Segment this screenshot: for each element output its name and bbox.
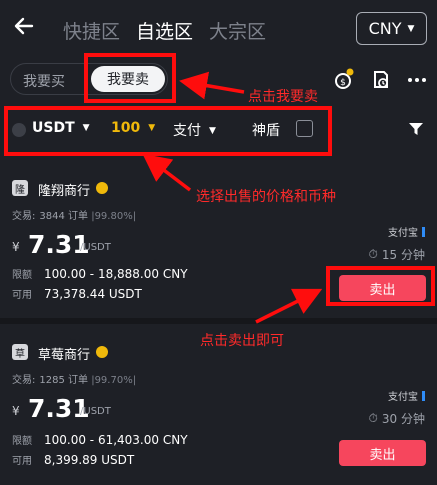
svg-text:$: $ [340, 78, 346, 88]
currency-select[interactable]: CNY ▼ [356, 12, 427, 45]
currency-symbol: ¥ [12, 240, 20, 254]
tab-quick[interactable]: 快捷区 [63, 17, 120, 44]
limit-row: 限额 100.00 - 61,403.00 CNY [12, 433, 188, 447]
payment-method: 支付宝 [388, 388, 425, 403]
price-unit: /USDT [80, 242, 111, 253]
divider [0, 318, 437, 324]
highlight-filter-bar [4, 106, 332, 156]
payment-method: 支付宝 [388, 224, 425, 239]
listing-card: 草 草莓商行 交易: 1285 订单 |99.70%| 支付宝 ¥ 7.31 /U… [0, 344, 437, 485]
tab-custom[interactable]: 自选区 [136, 17, 193, 44]
currency-value: CNY [368, 19, 402, 38]
buy-tab[interactable]: 我要买 [23, 71, 65, 91]
arrow-to-sell-tab [179, 71, 245, 100]
merchant-name[interactable]: 草莓商行 [38, 344, 90, 363]
available-row: 可用 73,378.44 USDT [12, 287, 142, 301]
arrow-left-icon[interactable] [12, 14, 36, 38]
timer-icon: ⏱ [368, 247, 378, 261]
zone-tabs: 快捷区 自选区 大宗区 [63, 17, 266, 44]
payment-time: ⏱ 15 分钟 [368, 247, 425, 262]
highlight-sell-tab [84, 53, 176, 103]
more-icon[interactable] [405, 66, 429, 92]
tab-bulk[interactable]: 大宗区 [209, 17, 266, 44]
trade-stats: 交易: 3844 订单 |99.80%| [12, 211, 137, 222]
timer-icon: ⏱ [368, 411, 378, 425]
available-row: 可用 8,399.89 USDT [12, 453, 135, 467]
alipay-marker-icon [422, 226, 425, 237]
filter-icon[interactable] [407, 120, 425, 138]
sell-button[interactable]: 卖出 [339, 440, 426, 466]
trade-stats: 交易: 1285 订单 |99.70%| [12, 375, 137, 386]
price-unit: /USDT [80, 406, 111, 417]
merchant-name[interactable]: 隆翔商行 [38, 180, 90, 199]
chevron-down-icon: ▼ [407, 23, 415, 34]
top-bar: 快捷区 自选区 大宗区 CNY ▼ [0, 0, 437, 56]
note-filters: 选择出售的价格和币种 [196, 189, 336, 205]
limit-row: 限额 100.00 - 18,888.00 CNY [12, 267, 188, 281]
note-sell-button: 点击卖出即可 [200, 333, 284, 349]
payment-time: ⏱ 30 分钟 [368, 411, 425, 426]
coin-badge-icon[interactable]: $ [332, 66, 356, 92]
merchant-avatar: 隆 [12, 180, 28, 196]
verified-badge-icon [96, 346, 108, 358]
verified-badge-icon [96, 182, 108, 194]
alipay-marker-icon [422, 390, 425, 401]
order-history-icon[interactable] [369, 66, 393, 92]
note-sell-tab: 点击我要卖 [248, 89, 318, 105]
currency-symbol: ¥ [12, 404, 20, 418]
highlight-sell-button [326, 266, 435, 306]
merchant-avatar: 草 [12, 344, 28, 360]
